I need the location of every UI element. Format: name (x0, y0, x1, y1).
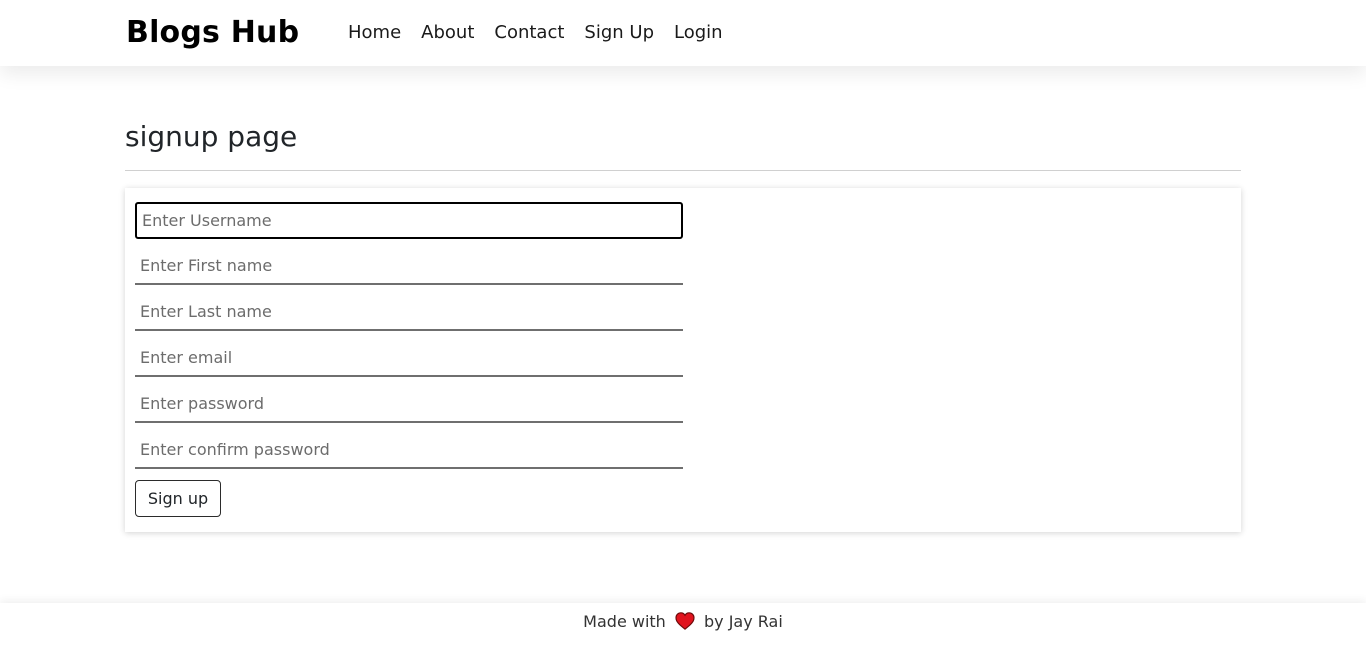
nav-link-about[interactable]: About (421, 20, 474, 46)
footer-prefix: Made with (583, 612, 666, 631)
heart-icon (675, 612, 695, 630)
password-input[interactable] (135, 386, 683, 423)
footer: Made with by Jay Rai (0, 603, 1366, 657)
username-input[interactable] (135, 202, 683, 239)
first-name-input[interactable] (135, 248, 683, 285)
email-input[interactable] (135, 340, 683, 377)
brand-logo[interactable]: Blogs Hub (126, 14, 299, 52)
navbar: Blogs Hub Home About Contact Sign Up Log… (0, 0, 1366, 66)
title-divider (125, 170, 1241, 171)
last-name-input[interactable] (135, 294, 683, 331)
nav-link-home[interactable]: Home (348, 20, 401, 46)
footer-suffix: by Jay Rai (704, 612, 783, 631)
nav-links: Home About Contact Sign Up Login (348, 20, 743, 46)
signup-button[interactable]: Sign up (135, 480, 221, 517)
nav-link-contact[interactable]: Contact (494, 20, 564, 46)
nav-link-signup[interactable]: Sign Up (584, 20, 654, 46)
nav-link-login[interactable]: Login (674, 20, 723, 46)
page-title: signup page (125, 120, 298, 153)
signup-form-card: Sign up (125, 188, 1241, 532)
confirm-password-input[interactable] (135, 432, 683, 469)
